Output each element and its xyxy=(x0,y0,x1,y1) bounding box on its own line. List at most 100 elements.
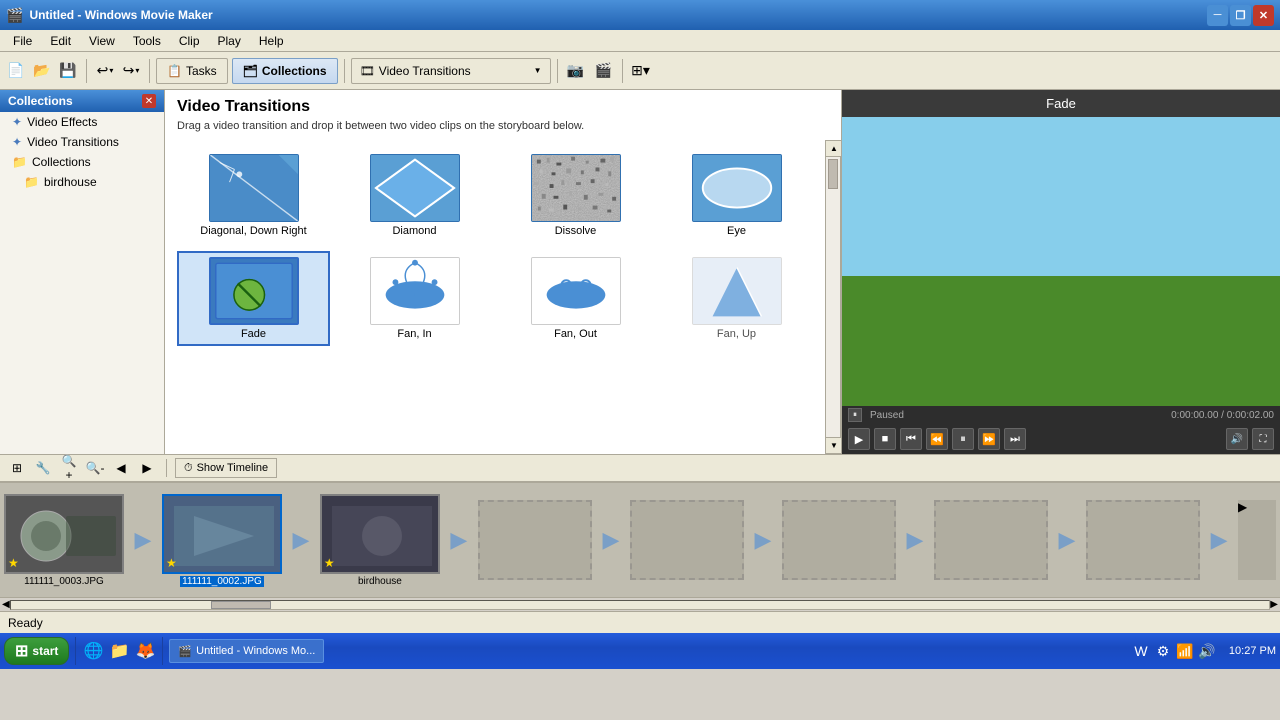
left-panel: Collections ✕ ✦ Video Effects ✦ Video Tr… xyxy=(0,90,165,454)
next-frame-button[interactable]: ⏭ xyxy=(1004,428,1026,450)
capture-button[interactable]: 📷 xyxy=(564,59,588,83)
storyboard-tool2[interactable]: 🔧 xyxy=(32,458,54,478)
prev-frame-button[interactable]: ⏮ xyxy=(900,428,922,450)
tree-item-birdhouse[interactable]: 📁 birdhouse xyxy=(0,172,164,192)
clip-thumb-2[interactable]: ★ xyxy=(162,494,282,574)
leftpanel-close-button[interactable]: ✕ xyxy=(142,94,156,108)
transition-fade[interactable]: Fade xyxy=(177,251,330,346)
main-area: Collections ✕ ✦ Video Effects ✦ Video Tr… xyxy=(0,90,1280,454)
empty-slot-3 xyxy=(782,500,896,580)
fullscreen-button[interactable]: ⛶ xyxy=(1252,428,1274,450)
prev-clip-button[interactable]: ◀ xyxy=(110,458,132,478)
start-button[interactable]: ⊞ start xyxy=(4,637,69,665)
transition-diagonal-down-right[interactable]: Diagonal, Down Right xyxy=(177,148,330,243)
menu-help[interactable]: Help xyxy=(250,31,293,51)
rewind-button[interactable]: ⏪ xyxy=(926,428,948,450)
maximize-button[interactable]: ❐ xyxy=(1230,5,1251,26)
clip-star-1: ★ xyxy=(8,556,19,570)
toolbar: 📄 📂 💾 ↩▾ ↪▾ 📋 Tasks 🗂 Collections 🎞 Vide… xyxy=(0,52,1280,90)
status-bar: Ready xyxy=(0,611,1280,633)
taskbar-app-moviemaker[interactable]: 🎬 Untitled - Windows Mo... xyxy=(169,639,324,663)
transition-diamond[interactable]: Diamond xyxy=(338,148,491,243)
storyboard-tool1[interactable]: ⊞ xyxy=(6,458,28,478)
preview-status-text: Paused xyxy=(870,410,904,421)
scroll-right-btn[interactable]: ▶ xyxy=(1238,500,1276,580)
transition-arrow-5: ▶ xyxy=(744,500,782,580)
clip-item-3: ★ birdhouse xyxy=(320,494,440,587)
taskbar-sep xyxy=(75,637,76,665)
video-transitions-label: Video Transitions xyxy=(27,135,119,149)
transition-eye[interactable]: Eye xyxy=(660,148,813,243)
transition-thumb-fan-in xyxy=(370,257,460,325)
scroll-thumb-horizontal[interactable] xyxy=(211,601,271,609)
clip-label-3: birdhouse xyxy=(358,576,402,587)
open-button[interactable]: 📂 xyxy=(30,59,54,83)
menu-clip[interactable]: Clip xyxy=(170,31,209,51)
tree-item-video-effects[interactable]: ✦ Video Effects xyxy=(0,112,164,132)
category-dropdown[interactable]: 🎞 Video Transitions ▼ xyxy=(351,58,551,84)
center-panel: Video Transitions Drag a video transitio… xyxy=(165,90,842,454)
menu-edit[interactable]: Edit xyxy=(41,31,80,51)
file-toolbar-group: 📄 📂 💾 xyxy=(4,59,80,83)
next-clip-button[interactable]: ▶ xyxy=(136,458,158,478)
scroll-up-arrow[interactable]: ▲ xyxy=(826,141,841,157)
scroll-track[interactable] xyxy=(10,600,1271,610)
menu-tools[interactable]: Tools xyxy=(124,31,170,51)
empty-slot-2 xyxy=(630,500,744,580)
show-timeline-button[interactable]: ⏱ Show Timeline xyxy=(175,458,277,478)
clip-thumb-1[interactable]: ★ xyxy=(4,494,124,574)
tasks-icon: 📋 xyxy=(167,64,182,78)
preview-time: 0:00:00.00 / 0:00:02.00 xyxy=(1171,410,1274,421)
transition-thumb-fan-up xyxy=(692,257,782,325)
pause-button[interactable]: ⏸ xyxy=(952,428,974,450)
collections-button[interactable]: 🗂 Collections xyxy=(232,58,338,84)
toolbar-sep-4 xyxy=(557,59,558,83)
tree-item-video-transitions[interactable]: ✦ Video Transitions xyxy=(0,132,164,152)
quicklaunch-ie[interactable]: 🌐 xyxy=(82,640,104,662)
tree-item-collections[interactable]: 📁 Collections xyxy=(0,152,164,172)
redo-button[interactable]: ↪▾ xyxy=(119,59,143,83)
titlebar-left: 🎬 Untitled - Windows Movie Maker xyxy=(6,7,213,24)
xp-wallpaper xyxy=(842,117,1280,406)
play-button[interactable]: ▶ xyxy=(848,428,870,450)
close-button[interactable]: ✕ xyxy=(1253,5,1274,26)
zoom-in-button[interactable]: 🔍+ xyxy=(58,458,80,478)
save-button[interactable]: 💾 xyxy=(56,59,80,83)
quicklaunch-browser[interactable]: 🦊 xyxy=(134,640,156,662)
minimize-button[interactable]: ─ xyxy=(1207,5,1228,26)
fast-forward-button[interactable]: ⏩ xyxy=(978,428,1000,450)
transition-dissolve[interactable]: Dissolve xyxy=(499,148,652,243)
new-button[interactable]: 📄 xyxy=(4,59,28,83)
preview-volume: 🔊 ⛶ xyxy=(1226,428,1274,450)
view-options-button[interactable]: ⊞▾ xyxy=(629,59,653,83)
tray-icon-word[interactable]: W xyxy=(1133,643,1149,659)
volume-button[interactable]: 🔊 xyxy=(1226,428,1248,450)
centerpanel-scrollbar[interactable]: ▲ ▼ xyxy=(825,140,841,454)
tasks-button[interactable]: 📋 Tasks xyxy=(156,58,228,84)
tray-icon-network[interactable]: 📶 xyxy=(1177,643,1193,659)
zoom-out-button[interactable]: 🔍- xyxy=(84,458,106,478)
taskbar-time: 10:27 PM xyxy=(1221,645,1276,657)
transition-fan-in[interactable]: Fan, In xyxy=(338,251,491,346)
transition-fan-up[interactable]: Fan, Up xyxy=(660,251,813,346)
scroll-down-arrow[interactable]: ▼ xyxy=(826,437,841,453)
automovie-button[interactable]: 🎬 xyxy=(592,59,616,83)
quicklaunch-folder[interactable]: 📁 xyxy=(108,640,130,662)
stop-button[interactable]: ■ xyxy=(874,428,896,450)
menubar: File Edit View Tools Clip Play Help xyxy=(0,30,1280,52)
menu-view[interactable]: View xyxy=(80,31,124,51)
transition-thumb-diagonal xyxy=(209,154,299,222)
scroll-thumb[interactable] xyxy=(828,159,838,189)
undo-button[interactable]: ↩▾ xyxy=(93,59,117,83)
scroll-right-arrow[interactable]: ▶ xyxy=(1270,599,1278,610)
preview-controls: ▶ ■ ⏮ ⏪ ⏸ ⏩ ⏭ 🔊 ⛶ xyxy=(842,424,1280,454)
transition-arrow-7: ▶ xyxy=(1048,500,1086,580)
menu-play[interactable]: Play xyxy=(209,31,250,51)
scroll-left-arrow[interactable]: ◀ xyxy=(2,599,10,610)
transition-arrow-4: ▶ xyxy=(592,500,630,580)
tray-icon-settings[interactable]: ⚙ xyxy=(1155,643,1171,659)
transition-fan-out[interactable]: Fan, Out xyxy=(499,251,652,346)
tray-icon-volume[interactable]: 🔊 xyxy=(1199,643,1215,659)
menu-file[interactable]: File xyxy=(4,31,41,51)
clip-thumb-3[interactable]: ★ xyxy=(320,494,440,574)
